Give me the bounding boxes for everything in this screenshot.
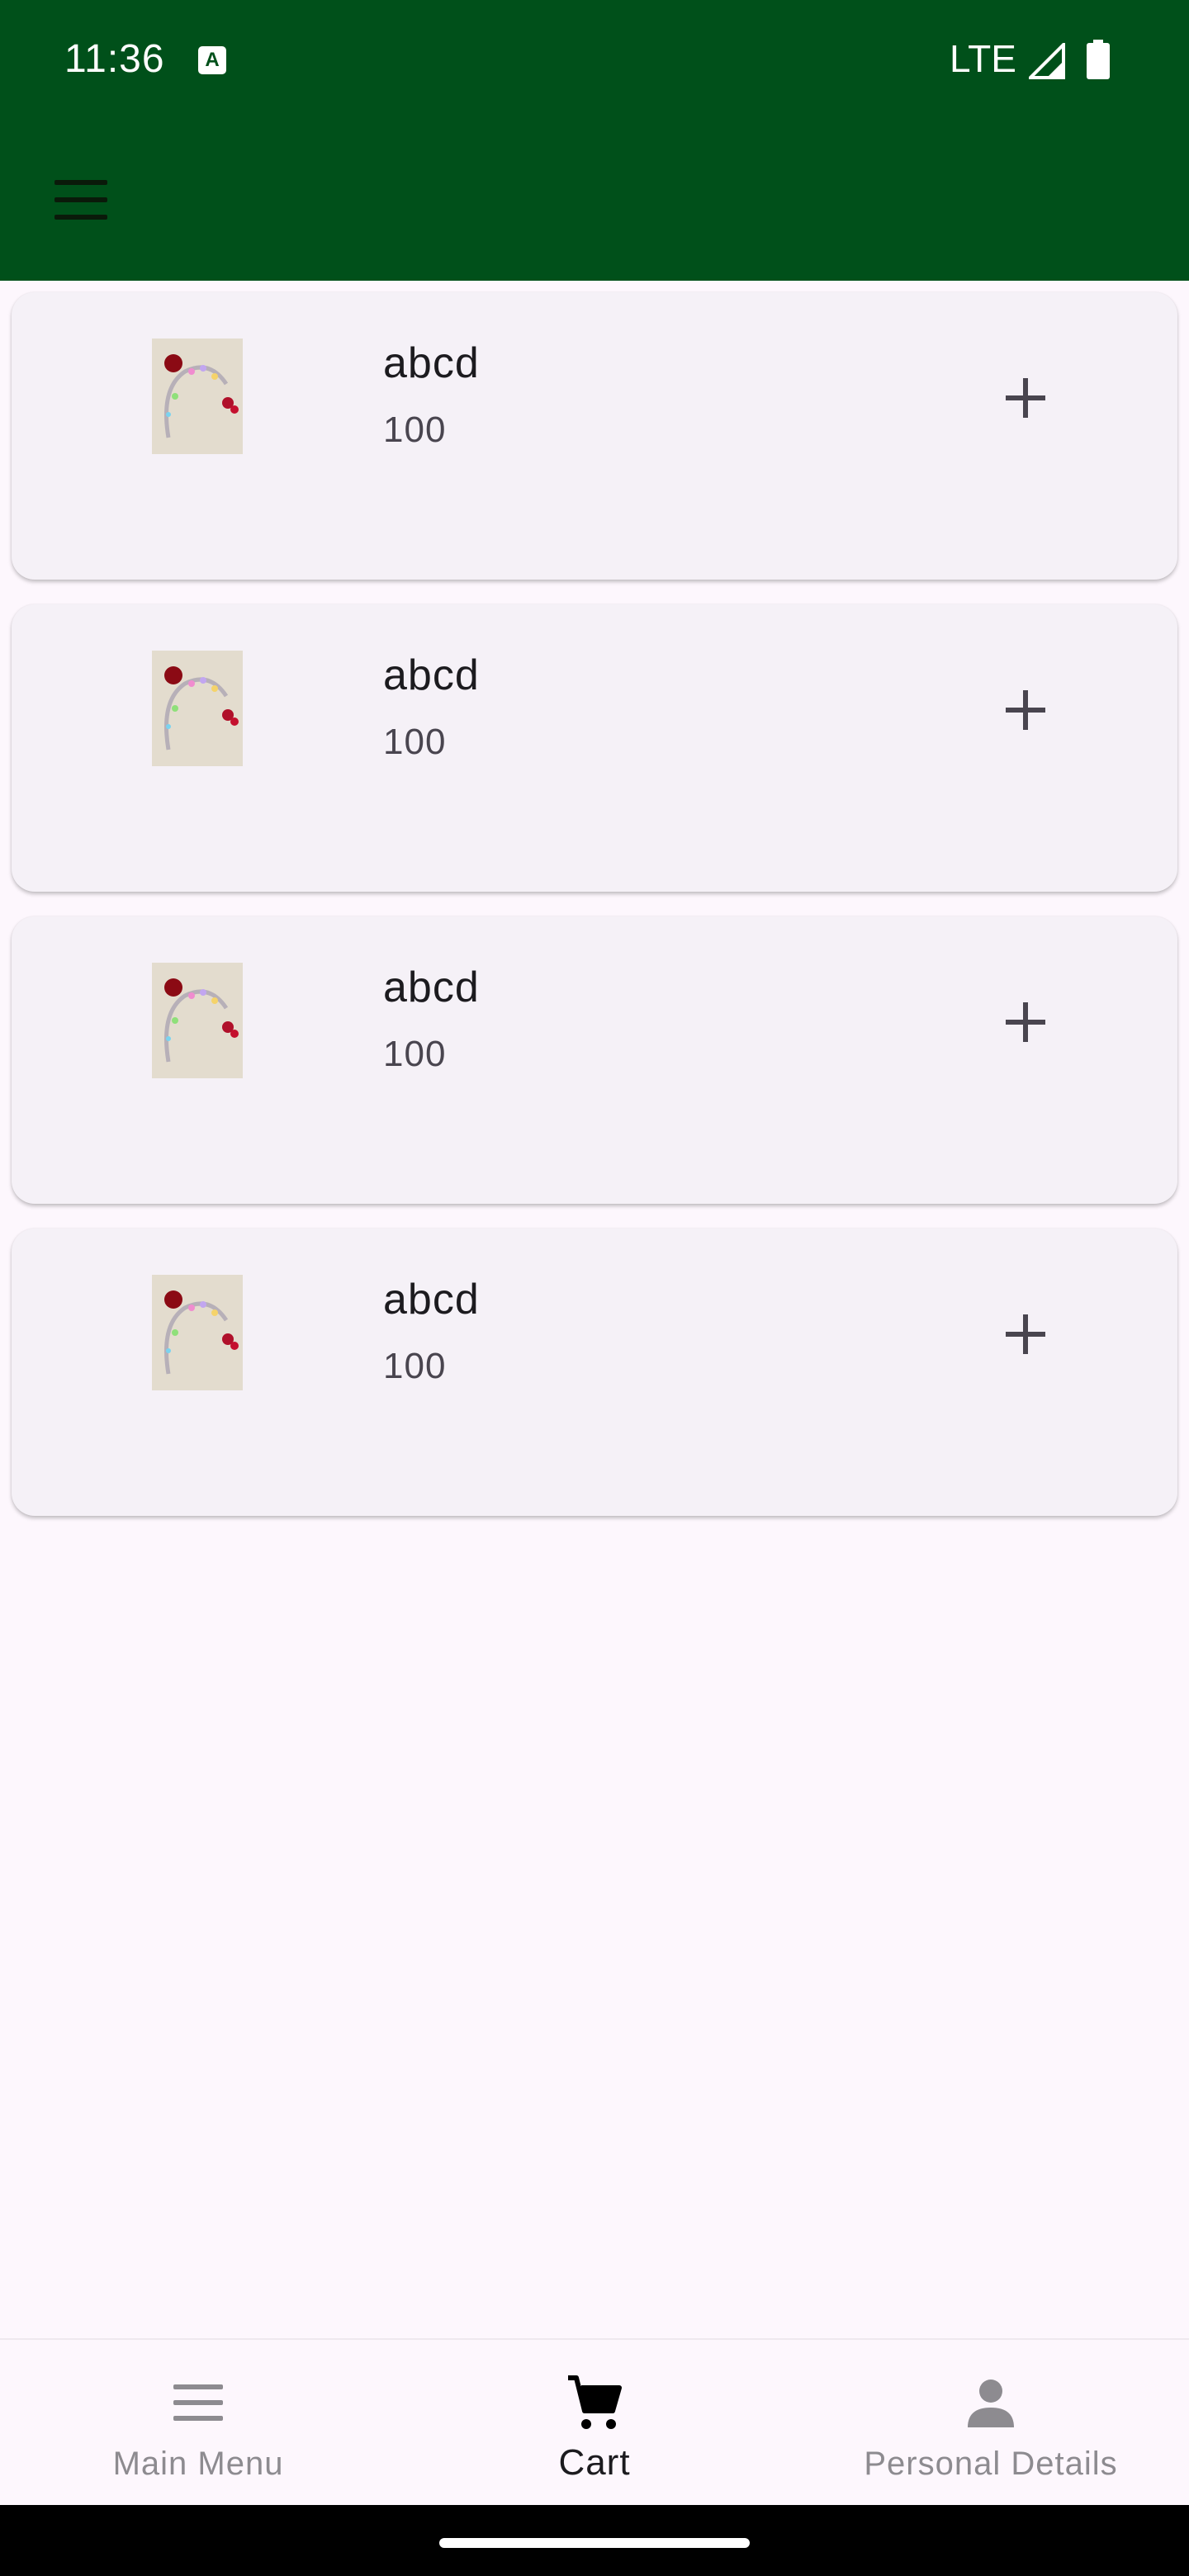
nav-personal-details[interactable]: Personal Details: [793, 2340, 1189, 2505]
system-navigation-area: [0, 2505, 1189, 2576]
product-list: abcd 100 abcd 100 abcd 100 abcd 100: [12, 292, 1177, 1541]
product-card[interactable]: abcd 100: [12, 1229, 1177, 1516]
product-card[interactable]: abcd 100: [12, 292, 1177, 580]
status-time: 11:36: [64, 37, 165, 81]
product-price: 100: [383, 1034, 447, 1074]
product-card[interactable]: abcd 100: [12, 604, 1177, 892]
signal-icon: [1029, 43, 1065, 79]
add-to-cart-button[interactable]: [989, 1298, 1062, 1371]
product-image: [152, 1275, 243, 1390]
cart-icon: [568, 2375, 622, 2429]
nav-main-menu[interactable]: Main Menu: [0, 2340, 396, 2505]
menu-icon: [173, 2384, 223, 2421]
add-to-cart-button[interactable]: [989, 674, 1062, 746]
add-to-cart-button[interactable]: [989, 986, 1062, 1058]
product-price: 100: [383, 1346, 447, 1386]
app-bar: 11:36 A LTE: [0, 0, 1189, 281]
nav-label: Main Menu: [112, 2446, 284, 2482]
product-price: 100: [383, 722, 447, 762]
battery-icon: [1087, 40, 1110, 79]
home-gesture-handle[interactable]: [439, 2538, 750, 2548]
notification-a-icon: A: [198, 46, 226, 74]
add-to-cart-button[interactable]: [989, 362, 1062, 434]
menu-icon[interactable]: [54, 180, 107, 220]
product-image: [152, 651, 243, 766]
product-name: abcd: [383, 1276, 480, 1324]
nav-label: Cart: [558, 2442, 631, 2483]
nav-label: Personal Details: [864, 2446, 1118, 2482]
person-icon: [968, 2379, 1014, 2427]
product-card[interactable]: abcd 100: [12, 916, 1177, 1204]
product-image: [152, 339, 243, 454]
nav-cart[interactable]: Cart: [396, 2340, 793, 2505]
product-price: 100: [383, 410, 447, 450]
product-name: abcd: [383, 964, 480, 1011]
network-type: LTE: [950, 37, 1016, 80]
bottom-navigation: Main Menu Cart Personal Details: [0, 2338, 1189, 2505]
product-image: [152, 963, 243, 1078]
product-name: abcd: [383, 651, 480, 699]
product-name: abcd: [383, 339, 480, 387]
